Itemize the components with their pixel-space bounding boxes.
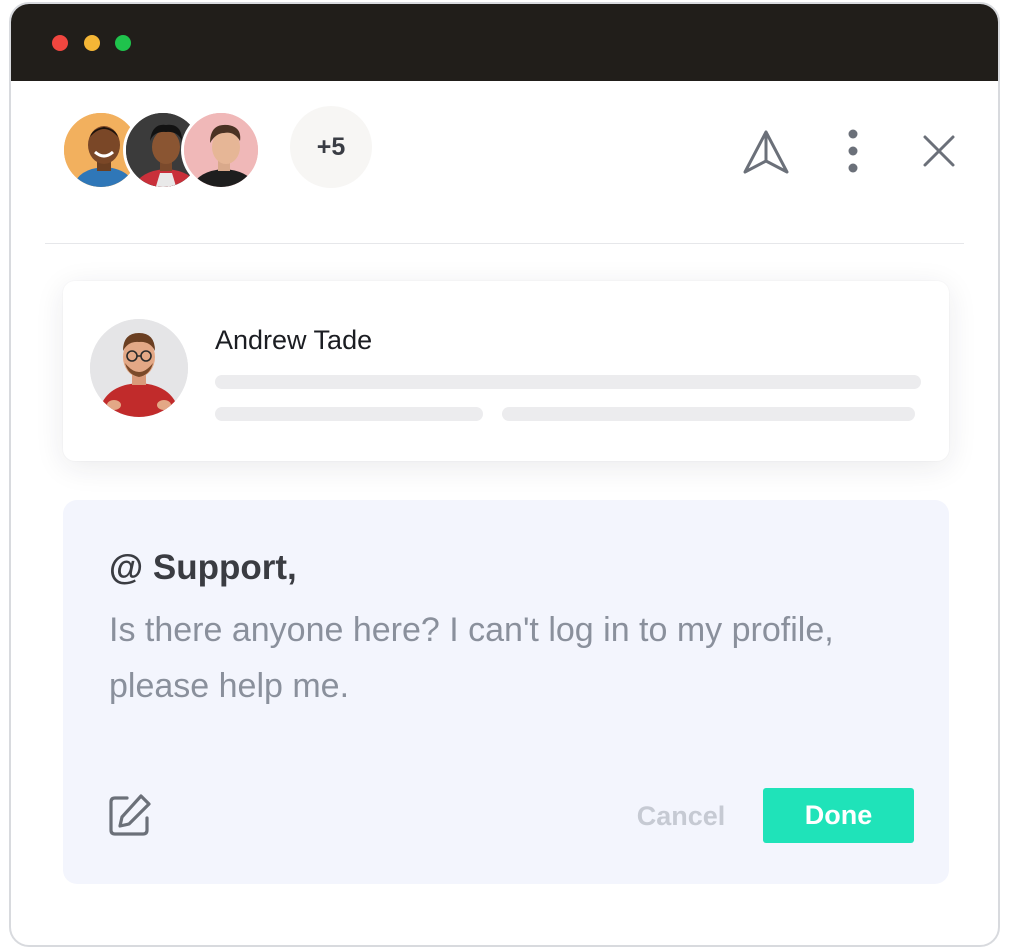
- message-composer: @ Support, Is there anyone here? I can't…: [63, 500, 949, 884]
- more-vertical-icon: [848, 129, 858, 173]
- avatar[interactable]: [181, 110, 261, 190]
- avatar[interactable]: [90, 319, 188, 417]
- placeholder-line: [215, 375, 921, 389]
- edit-button[interactable]: [107, 792, 153, 838]
- window-close-dot[interactable]: [52, 35, 68, 51]
- window-minimize-dot[interactable]: [84, 35, 100, 51]
- mention-text: @ Support,: [109, 548, 297, 587]
- participants-group[interactable]: +5: [61, 106, 372, 190]
- message-text[interactable]: Is there anyone here? I can't log in to …: [109, 602, 929, 714]
- title-bar: [11, 4, 998, 81]
- placeholder-line: [502, 407, 915, 421]
- done-button[interactable]: Done: [763, 788, 914, 843]
- send-button[interactable]: [740, 126, 792, 178]
- placeholder-line: [215, 407, 483, 421]
- person-photo-icon: [184, 113, 258, 187]
- app-window: +5 Andrew Tade @ Support, Is there anyon…: [9, 2, 1000, 947]
- more-options-button[interactable]: [833, 126, 873, 176]
- window-maximize-dot[interactable]: [115, 35, 131, 51]
- user-name: Andrew Tade: [215, 325, 373, 355]
- more-participants-badge[interactable]: +5: [290, 106, 372, 188]
- header-divider: [45, 243, 964, 244]
- cancel-button[interactable]: Cancel: [621, 790, 741, 842]
- close-button[interactable]: [917, 129, 961, 173]
- close-icon: [923, 135, 955, 167]
- person-photo-icon: [90, 319, 188, 417]
- send-icon: [743, 130, 789, 174]
- user-card: Andrew Tade: [63, 281, 949, 461]
- edit-icon: [109, 794, 151, 836]
